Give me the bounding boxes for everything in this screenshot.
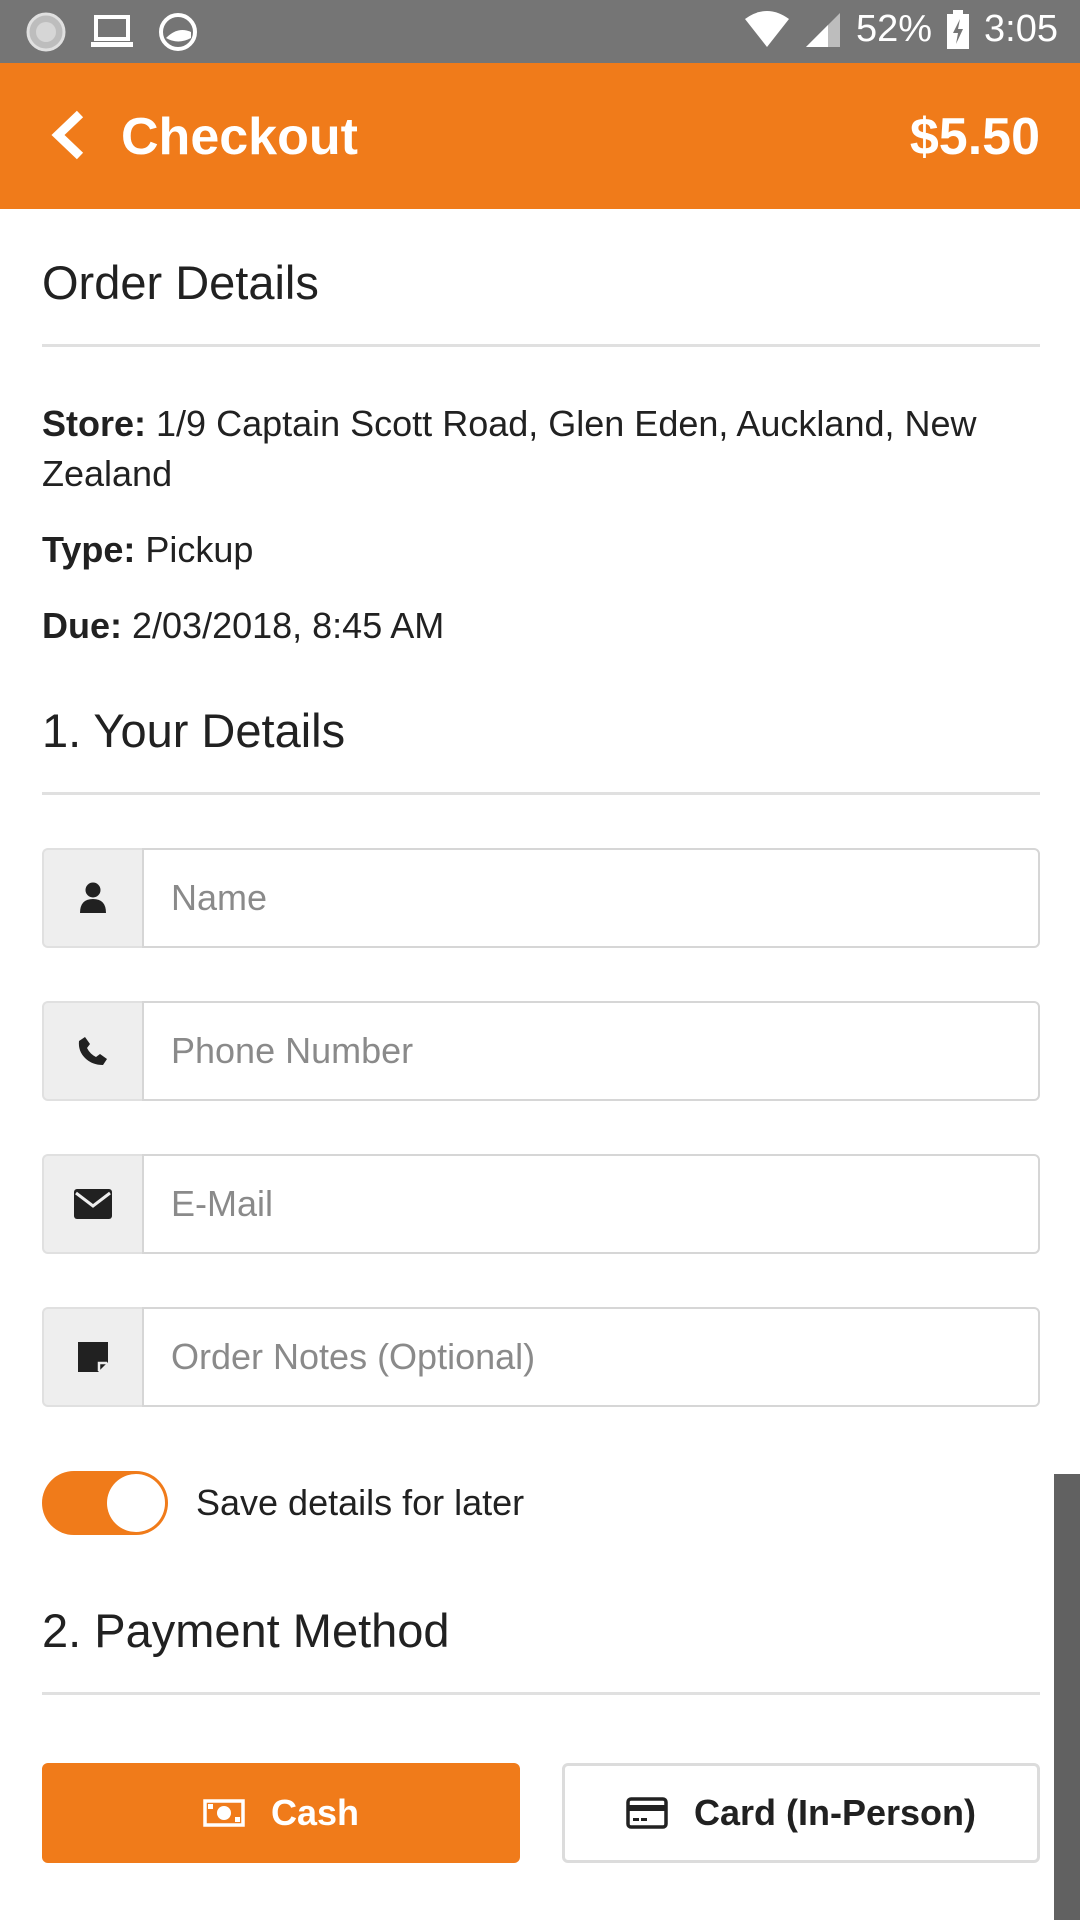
order-details-title: Order Details bbox=[42, 209, 1040, 347]
payment-options: Cash Card (In-Person) bbox=[42, 1763, 1040, 1863]
your-details-form bbox=[42, 848, 1040, 1407]
sticky-note-icon bbox=[78, 1342, 108, 1372]
email-addon bbox=[42, 1154, 142, 1254]
save-details-label: Save details for later bbox=[196, 1482, 525, 1523]
name-input-group bbox=[42, 848, 1040, 948]
back-button[interactable] bbox=[36, 103, 100, 167]
chevron-left-icon bbox=[51, 110, 84, 160]
phone-addon bbox=[42, 1001, 142, 1101]
due-label: Due: bbox=[42, 605, 122, 646]
due-line: Due: 2/03/2018, 8:45 AM bbox=[42, 601, 1040, 651]
email-field[interactable] bbox=[142, 1154, 1040, 1254]
cash-icon bbox=[203, 1799, 245, 1827]
clock: 3:05 bbox=[984, 8, 1058, 50]
credit-card-icon bbox=[626, 1797, 668, 1829]
wifi-icon bbox=[744, 10, 789, 47]
name-field[interactable] bbox=[142, 848, 1040, 948]
your-details-title: 1. Your Details bbox=[42, 707, 1040, 795]
notes-addon bbox=[42, 1307, 142, 1407]
laptop-icon bbox=[91, 15, 133, 47]
type-line: Type: Pickup bbox=[42, 525, 1040, 575]
app-bar: Checkout $5.50 bbox=[0, 63, 1080, 209]
store-value: 1/9 Captain Scott Road, Glen Eden, Auckl… bbox=[42, 403, 977, 494]
page-title: Checkout bbox=[121, 108, 358, 166]
notes-input-group bbox=[42, 1307, 1040, 1407]
order-total: $5.50 bbox=[909, 108, 1040, 166]
cash-button[interactable]: Cash bbox=[42, 1763, 520, 1863]
store-line: Store: 1/9 Captain Scott Road, Glen Eden… bbox=[42, 399, 1040, 499]
phone-icon bbox=[78, 1037, 107, 1065]
email-input-group bbox=[42, 1154, 1040, 1254]
status-right-area: 52% 3:05 bbox=[744, 8, 1058, 51]
save-details-row: Save details for later bbox=[42, 1471, 1040, 1535]
toggle-knob bbox=[107, 1474, 165, 1532]
payment-method-title: 2. Payment Method bbox=[42, 1579, 1040, 1695]
envelope-icon bbox=[74, 1189, 112, 1219]
notification-dot-icon bbox=[26, 12, 66, 52]
checkout-content: Order Details Store: 1/9 Captain Scott R… bbox=[42, 209, 1040, 1863]
status-bar: 52% 3:05 bbox=[0, 0, 1080, 63]
type-label: Type: bbox=[42, 529, 136, 570]
type-value: Pickup bbox=[135, 529, 254, 570]
card-in-person-button[interactable]: Card (In-Person) bbox=[562, 1763, 1040, 1863]
order-info: Store: 1/9 Captain Scott Road, Glen Eden… bbox=[42, 347, 1040, 651]
phone-input-group bbox=[42, 1001, 1040, 1101]
user-icon bbox=[80, 882, 106, 913]
save-details-toggle[interactable] bbox=[42, 1471, 168, 1535]
battery-charging-icon bbox=[947, 9, 970, 49]
due-value: 2/03/2018, 8:45 AM bbox=[122, 605, 445, 646]
status-left-icons bbox=[26, 12, 198, 52]
cellular-icon bbox=[805, 12, 840, 47]
order-notes-field[interactable] bbox=[142, 1307, 1040, 1407]
store-label: Store: bbox=[42, 403, 147, 444]
name-addon bbox=[42, 848, 142, 948]
app-logo-icon bbox=[159, 13, 197, 51]
scrollbar-thumb[interactable] bbox=[1054, 1474, 1080, 1920]
card-label: Card (In-Person) bbox=[693, 1792, 977, 1833]
phone-field[interactable] bbox=[142, 1001, 1040, 1101]
cash-label: Cash bbox=[270, 1792, 360, 1833]
battery-percent: 52% bbox=[855, 8, 933, 50]
